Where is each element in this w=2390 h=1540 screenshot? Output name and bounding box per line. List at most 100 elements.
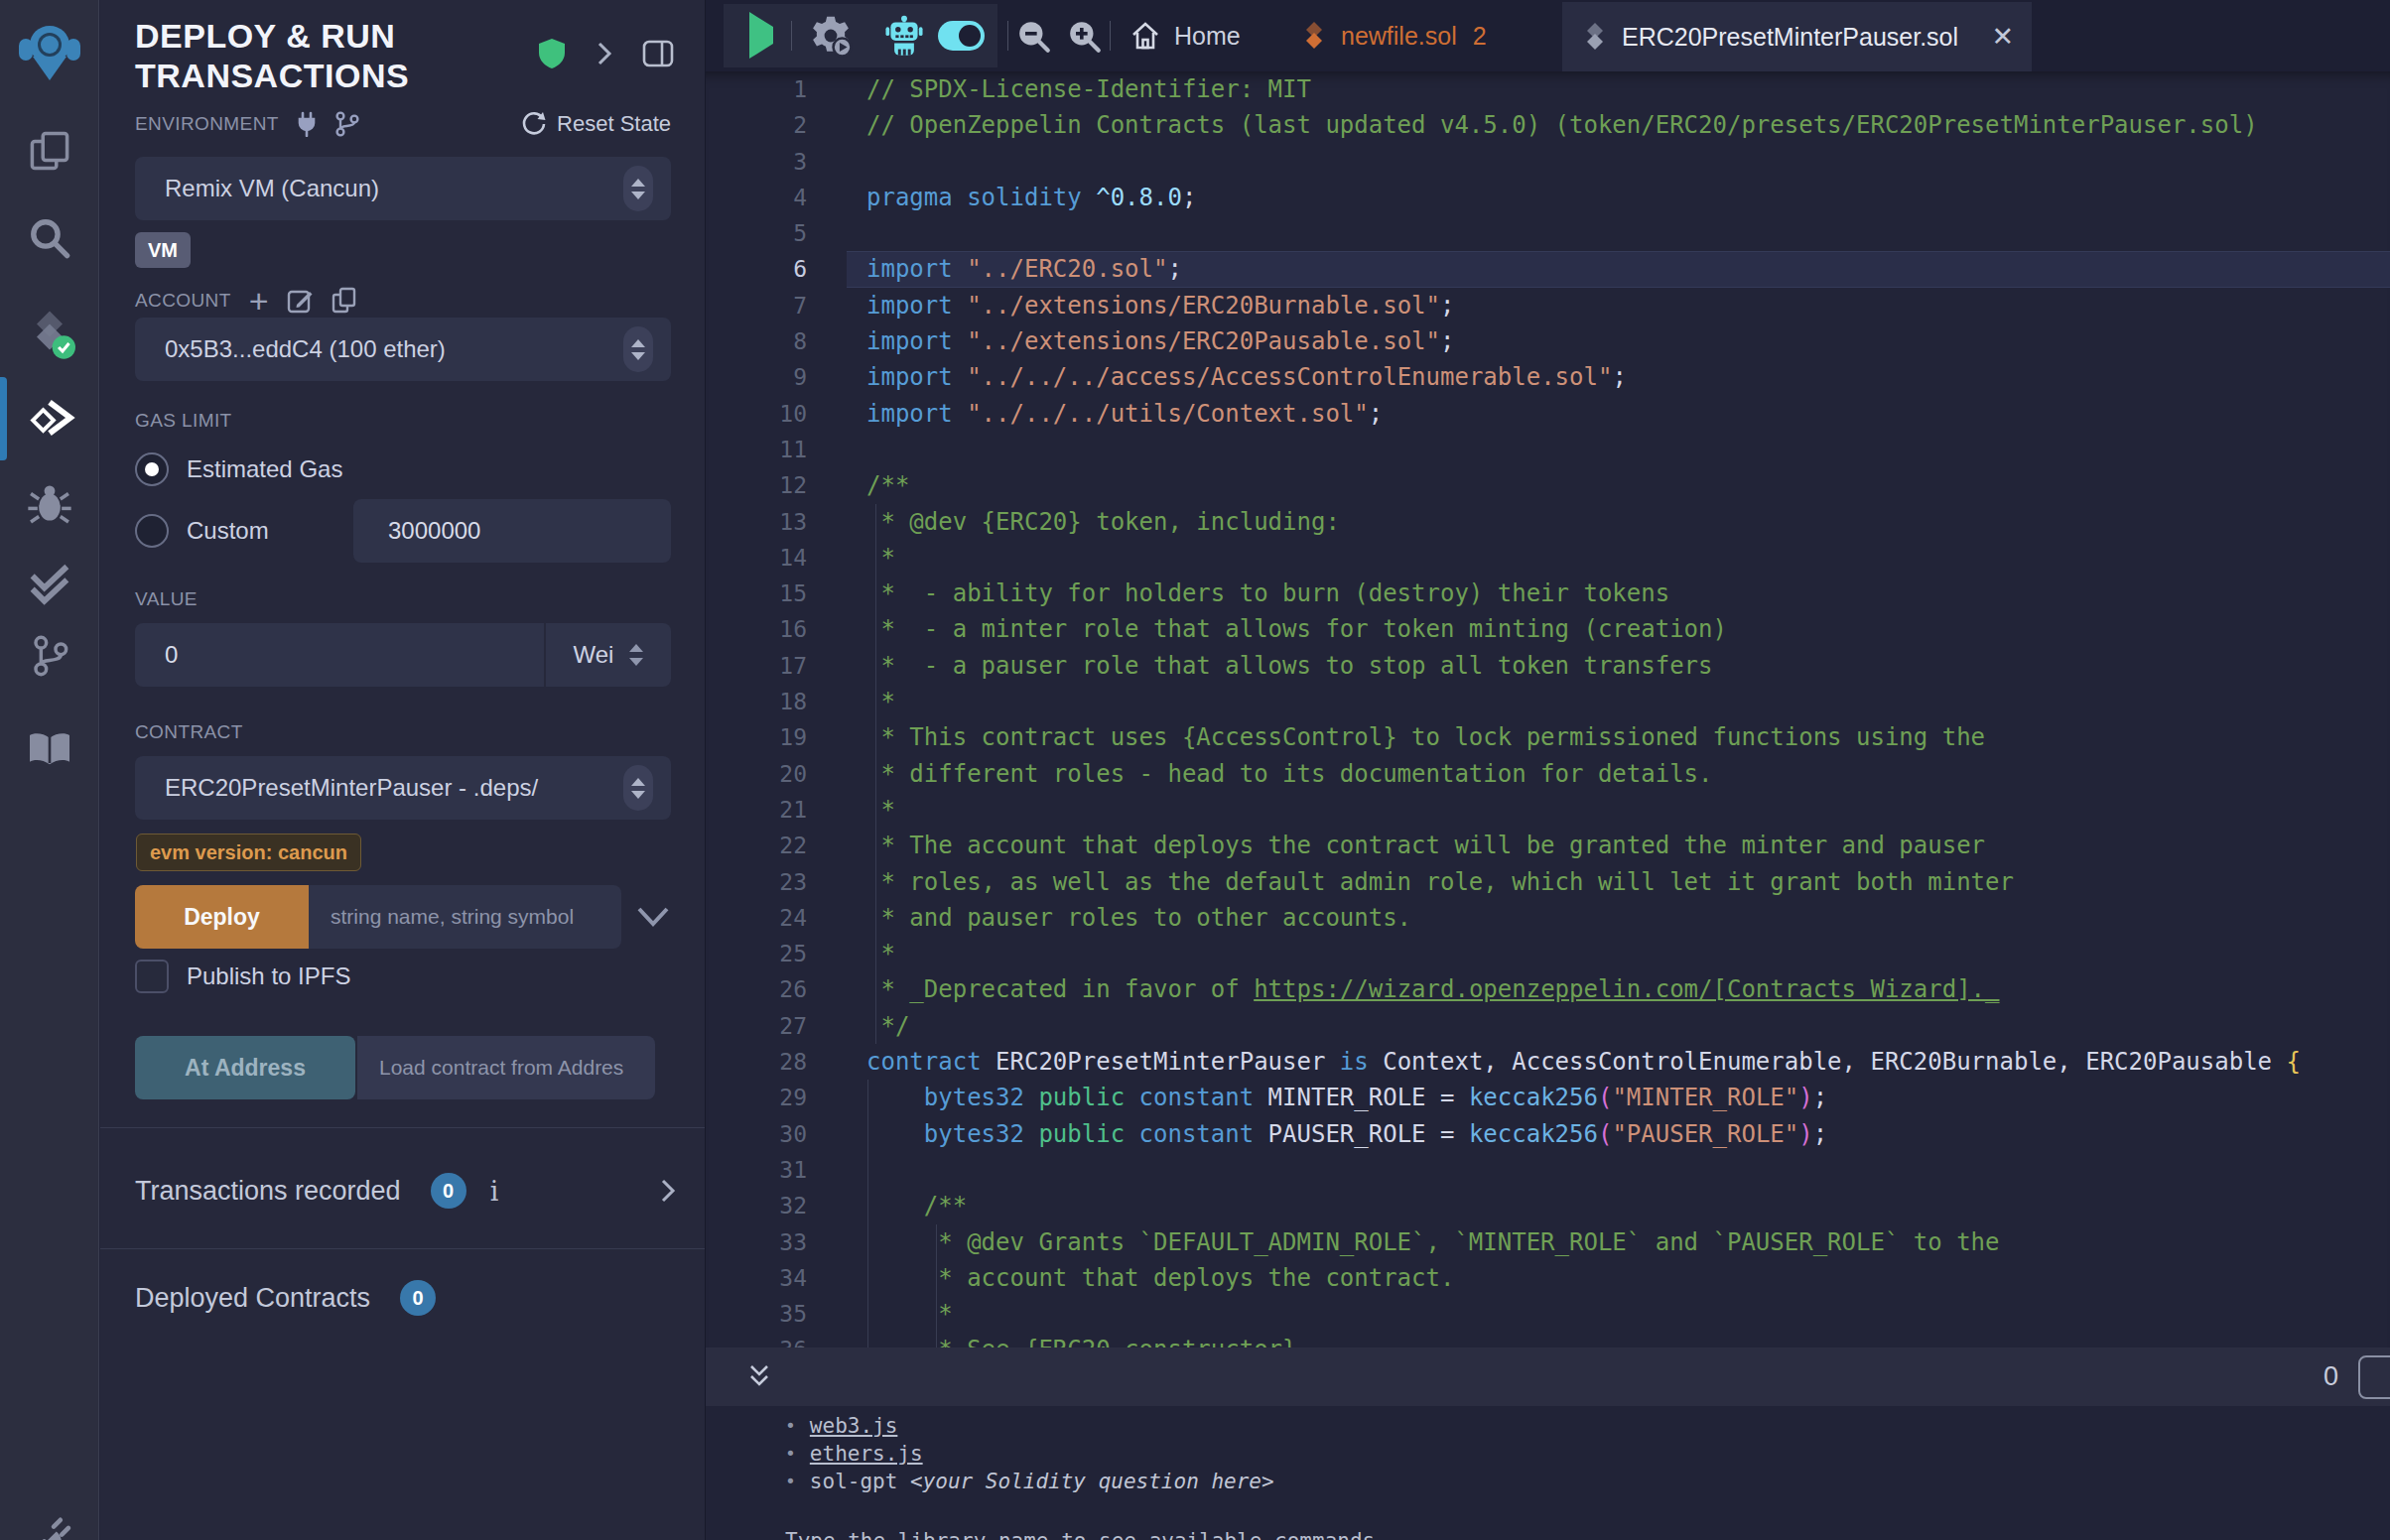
code-line-28[interactable]: 28contract ERC20PresetMinterPauser is Co… (706, 1044, 2390, 1080)
code-line-10[interactable]: 10import "../../../utils/Context.sol"; (706, 396, 2390, 432)
deployed-contracts-label: Deployed Contracts (135, 1283, 370, 1314)
code-line-9[interactable]: 9import "../../../access/AccessControlEn… (706, 359, 2390, 395)
plug-icon[interactable] (295, 111, 319, 137)
code-line-19[interactable]: 19 * This contract uses {AccessControl} … (706, 719, 2390, 755)
plugin-manager-icon[interactable] (27, 1513, 72, 1540)
file-explorer-icon[interactable] (27, 128, 72, 174)
custom-gas-input[interactable]: 3000000 (353, 499, 671, 563)
code-line-14[interactable]: 14 * (706, 540, 2390, 576)
remix-logo-icon[interactable] (17, 23, 82, 84)
code-line-5[interactable]: 5 (706, 215, 2390, 251)
terminal-list-item: •sol-gpt <your Solidity question here> (785, 1468, 2390, 1495)
run-script-icon[interactable] (749, 27, 773, 45)
code-line-16[interactable]: 16 * - a minter role that allows for tok… (706, 611, 2390, 647)
code-line-33[interactable]: 33 * @dev Grants `DEFAULT_ADMIN_ROLE`, `… (706, 1224, 2390, 1260)
code-line-13[interactable]: 13 * @dev {ERC20} token, including: (706, 504, 2390, 540)
contract-select[interactable]: ERC20PresetMinterPauser - .deps/ (135, 756, 671, 820)
learneth-icon[interactable] (26, 727, 73, 771)
publish-ipfs-label: Publish to IPFS (187, 962, 350, 990)
at-address-button[interactable]: At Address (135, 1036, 355, 1099)
debugger-icon[interactable] (27, 480, 72, 526)
deploy-run-icon[interactable] (24, 394, 75, 442)
terminal-list-item: •ethers.js (785, 1440, 2390, 1468)
search-icon[interactable] (27, 215, 72, 261)
code-editor[interactable]: 1// SPDX-License-Identifier: MIT2// Open… (706, 71, 2390, 1348)
code-line-34[interactable]: 34 * account that deploys the contract. (706, 1260, 2390, 1296)
ai-copilot-toggle[interactable] (938, 21, 985, 51)
reset-state-button[interactable]: Reset State (521, 111, 671, 137)
terminal-link[interactable]: ethers.js (810, 1440, 923, 1468)
code-line-18[interactable]: 18 * (706, 684, 2390, 719)
shield-icon[interactable] (537, 38, 567, 69)
static-analysis-icon[interactable] (26, 563, 73, 606)
code-line-32[interactable]: 32 /** (706, 1188, 2390, 1223)
code-line-11[interactable]: 11 (706, 432, 2390, 467)
deploy-args-input[interactable]: string name, string symbol (309, 885, 621, 949)
terminal-search-input[interactable] (2358, 1355, 2390, 1399)
at-address-input[interactable]: Load contract from Addres (357, 1036, 655, 1099)
code-line-31[interactable]: 31 (706, 1152, 2390, 1188)
collapse-terminal-icon[interactable] (747, 1361, 771, 1391)
code-line-30[interactable]: 30 bytes32 public constant PAUSER_ROLE =… (706, 1116, 2390, 1152)
zoom-out-icon[interactable] (1016, 19, 1052, 55)
code-line-23[interactable]: 23 * roles, as well as the default admin… (706, 864, 2390, 900)
code-line-22[interactable]: 22 * The account that deploys the contra… (706, 828, 2390, 863)
code-line-20[interactable]: 20 * different roles - head to its docum… (706, 756, 2390, 792)
expand-transactions-icon[interactable] (660, 1178, 676, 1204)
code-line-6[interactable]: 6import "../ERC20.sol"; (706, 251, 2390, 287)
code-line-7[interactable]: 7import "../extensions/ERC20Burnable.sol… (706, 288, 2390, 323)
code-line-27[interactable]: 27 */ (706, 1008, 2390, 1044)
custom-gas-radio[interactable] (135, 514, 169, 548)
add-account-icon[interactable]: + (249, 287, 269, 315)
transactions-count-badge: 0 (431, 1173, 466, 1209)
code-line-3[interactable]: 3 (706, 144, 2390, 180)
tab-home[interactable]: Home (1130, 0, 1241, 71)
code-line-25[interactable]: 25 * (706, 936, 2390, 971)
code-line-1[interactable]: 1// SPDX-License-Identifier: MIT (706, 71, 2390, 107)
copy-account-icon[interactable] (332, 287, 357, 315)
code-line-8[interactable]: 8import "../extensions/ERC20Pausable.sol… (706, 323, 2390, 359)
account-select[interactable]: 0x5B3...eddC4 (100 ether) (135, 318, 671, 381)
editor: Home newfile.sol 2 ERC20PresetMinterPaus… (705, 0, 2390, 1348)
gas-limit-label: GAS LIMIT (135, 410, 232, 432)
publish-ipfs-checkbox[interactable] (135, 960, 169, 993)
unit-stepper-icon (629, 644, 643, 666)
terminal-link[interactable]: web3.js (810, 1412, 898, 1440)
select-arrows-icon (623, 166, 653, 211)
deploy-button[interactable]: Deploy (135, 885, 309, 949)
script-config-icon[interactable] (808, 13, 854, 59)
chevron-right-icon[interactable] (597, 41, 612, 66)
code-line-12[interactable]: 12/** (706, 467, 2390, 503)
activity-bar (0, 0, 99, 1540)
close-tab-icon[interactable]: ✕ (1991, 21, 2014, 53)
transactions-recorded-label: Transactions recorded (135, 1176, 401, 1207)
code-line-36[interactable]: 36 * See {ERC20-constructor}. (706, 1332, 2390, 1348)
ai-copilot-icon[interactable] (884, 15, 924, 57)
estimated-gas-radio[interactable] (135, 452, 169, 486)
code-line-35[interactable]: 35 * (706, 1296, 2390, 1332)
value-unit-select[interactable]: Wei (546, 623, 671, 687)
code-line-29[interactable]: 29 bytes32 public constant MINTER_ROLE =… (706, 1080, 2390, 1115)
tab-erc20presetminterpauser[interactable]: ERC20PresetMinterPauser.sol ✕ (1562, 2, 2032, 71)
code-line-15[interactable]: 15 * - ability for holders to burn (dest… (706, 576, 2390, 611)
terminal-listen-count: 0 (2324, 1361, 2338, 1392)
fork-icon[interactable] (334, 111, 360, 137)
tab-newfile[interactable]: newfile.sol 2 (1301, 0, 1487, 71)
edit-account-icon[interactable] (287, 288, 314, 315)
code-line-24[interactable]: 24 * and pauser roles to other accounts. (706, 900, 2390, 936)
git-icon[interactable] (28, 633, 71, 679)
expand-deploy-icon[interactable] (636, 906, 670, 928)
contract-label: CONTRACT (135, 721, 243, 743)
panel-layout-icon[interactable] (642, 40, 674, 67)
code-line-26[interactable]: 26 * _Deprecated in favor of https://wiz… (706, 971, 2390, 1007)
environment-label: ENVIRONMENT (135, 113, 279, 135)
code-line-17[interactable]: 17 * - a pauser role that allows to stop… (706, 648, 2390, 684)
code-line-4[interactable]: 4pragma solidity ^0.8.0; (706, 180, 2390, 215)
code-line-2[interactable]: 2// OpenZeppelin Contracts (last updated… (706, 107, 2390, 143)
solidity-compiler-icon[interactable] (24, 309, 75, 360)
info-icon[interactable]: i (490, 1176, 499, 1207)
environment-select[interactable]: Remix VM (Cancun) (135, 157, 671, 220)
value-input[interactable]: 0 (135, 623, 544, 687)
code-line-21[interactable]: 21 * (706, 792, 2390, 828)
zoom-in-icon[interactable] (1067, 19, 1103, 55)
